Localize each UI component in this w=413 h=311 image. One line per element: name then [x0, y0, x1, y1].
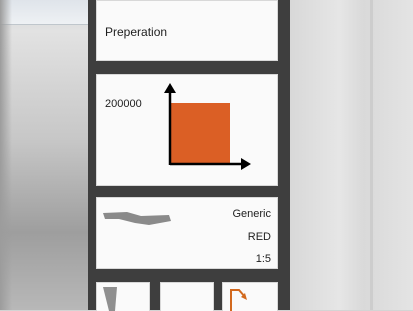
axes-graphic: [164, 83, 251, 170]
type-label: Generic: [232, 208, 271, 220]
value-swatch: [170, 103, 230, 163]
y-axis-arrow-icon: [164, 83, 176, 93]
thumbnail-1[interactable]: [96, 282, 150, 311]
wedge-icon: [103, 287, 117, 311]
color-label: RED: [247, 231, 271, 243]
viewport-edge-shade: [0, 0, 12, 310]
profile-shape-icon: [103, 212, 171, 225]
material-name-label: Preperation: [105, 25, 168, 39]
viewport-divider: [370, 0, 373, 310]
viewport-header-bar: [0, 0, 90, 25]
flag-arrow-icon: [230, 289, 247, 311]
x-axis-arrow-icon: [241, 158, 251, 170]
scale-label: 1:5: [255, 253, 271, 265]
thumbnail-3[interactable]: [222, 282, 278, 311]
background-viewport-left: [0, 0, 90, 310]
thumbnail-2[interactable]: [160, 282, 214, 311]
chart-preview-panel[interactable]: 200000: [96, 74, 278, 186]
material-name-panel[interactable]: Preperation: [96, 0, 278, 61]
type-panel[interactable]: Generic RED 1:5: [96, 197, 278, 269]
background-viewport-right: [290, 0, 413, 310]
